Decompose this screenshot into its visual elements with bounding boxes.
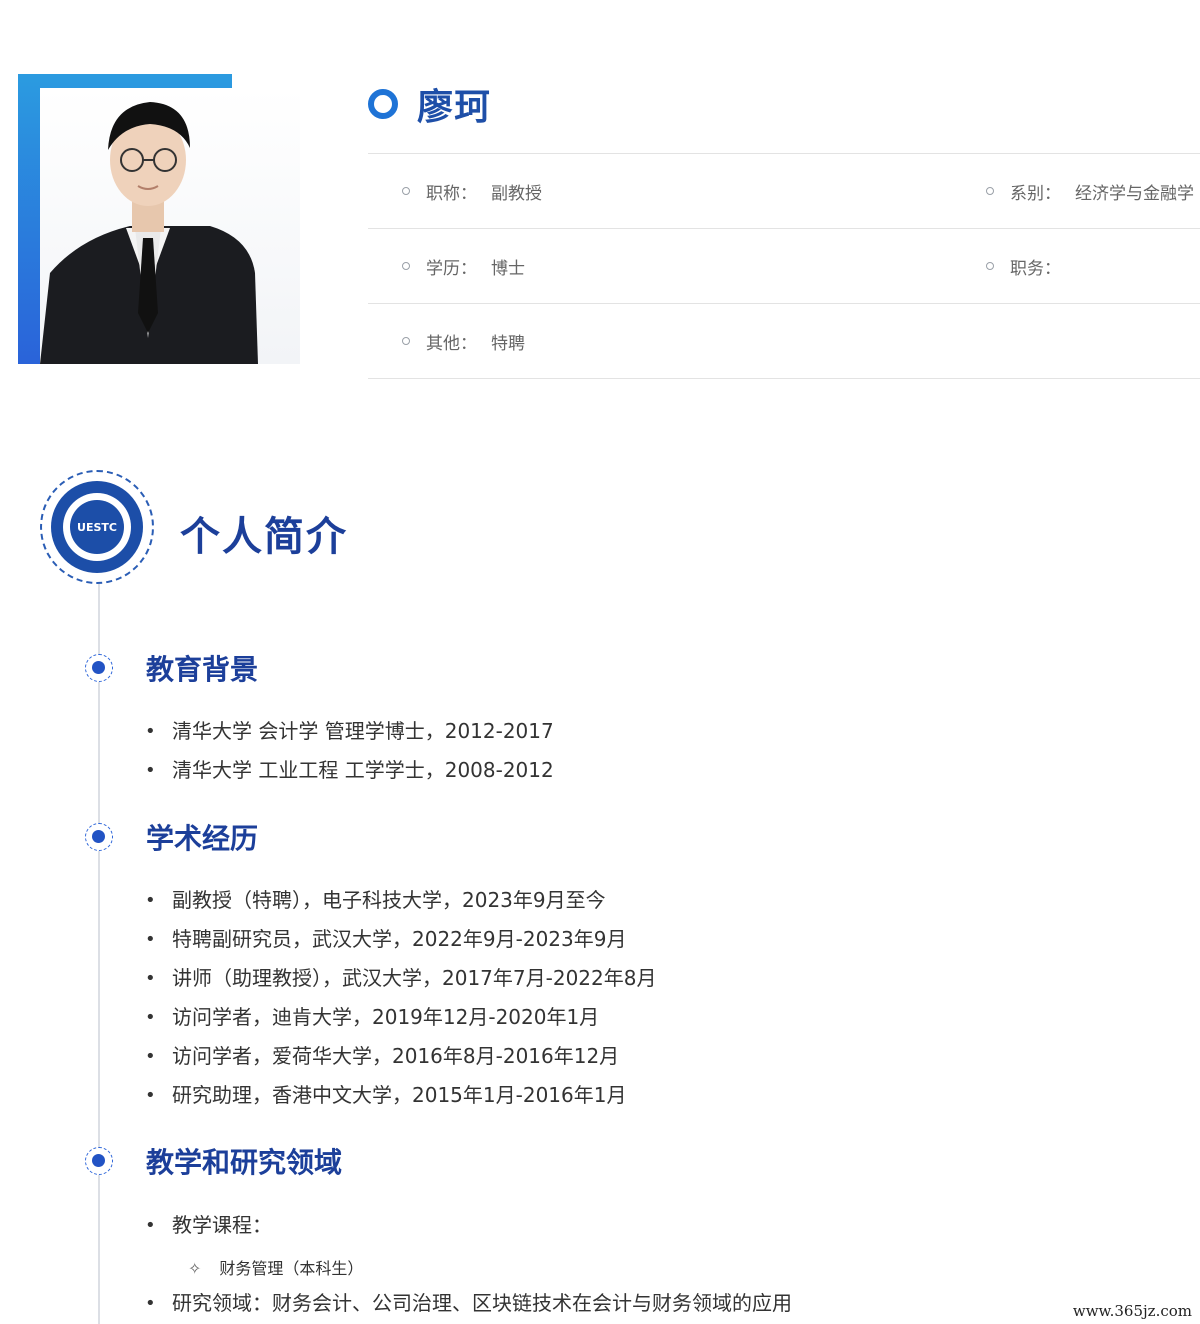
info-value: 博士 — [491, 258, 525, 279]
info-department: 系别： 经济学与金融学 — [986, 154, 1194, 228]
info-row: 职称： 副教授 系别： 经济学与金融学 — [368, 153, 1200, 228]
list-item: 清华大学 工业工程 工学学士，2008-2012 — [145, 751, 554, 790]
info-row: 学历： 博士 职务： — [368, 228, 1200, 303]
name-bullet-icon — [368, 89, 398, 119]
list-item: 访问学者，迪肯大学，2019年12月-2020年1月 — [145, 998, 656, 1037]
section-marker-icon — [85, 1147, 113, 1175]
info-label: 其他： — [426, 333, 477, 354]
intro-title: 个人简介 — [180, 514, 348, 560]
bullet-circle-icon — [402, 262, 410, 270]
bullet-circle-icon — [986, 187, 994, 195]
profile-photo — [40, 88, 300, 364]
info-row: 其他： 特聘 — [368, 303, 1200, 379]
education-title: 教育背景 — [146, 653, 259, 686]
info-position: 职务： — [986, 229, 1075, 303]
teaching-list: 教学课程： — [145, 1206, 272, 1245]
list-item: 清华大学 会计学 管理学博士，2012-2017 — [145, 712, 554, 751]
teaching-title: 教学和研究领域 — [146, 1146, 343, 1179]
bullet-circle-icon — [402, 337, 410, 345]
list-item: 讲师（助理教授），武汉大学，2017年7月-2022年8月 — [145, 959, 656, 998]
section-marker-icon — [85, 654, 113, 682]
info-label: 系别： — [1010, 183, 1061, 204]
profile-name: 廖珂 — [417, 87, 492, 128]
timeline-line — [98, 584, 100, 1324]
academic-list: 副教授（特聘），电子科技大学，2023年9月至今 特聘副研究员，武汉大学，202… — [145, 881, 656, 1115]
list-item: 特聘副研究员，武汉大学，2022年9月-2023年9月 — [145, 920, 656, 959]
info-title: 职称： 副教授 — [402, 154, 542, 228]
watermark: www.365jz.com — [1072, 1302, 1192, 1320]
info-label: 职务： — [1010, 258, 1061, 279]
bullet-circle-icon — [402, 187, 410, 195]
info-degree: 学历： 博士 — [402, 229, 525, 303]
university-logo-core: UESTC — [70, 500, 124, 554]
list-item: 研究助理，香港中文大学，2015年1月-2016年1月 — [145, 1076, 656, 1115]
list-item: 教学课程： — [145, 1206, 272, 1245]
list-item: 副教授（特聘），电子科技大学，2023年9月至今 — [145, 881, 656, 920]
info-value: 经济学与金融学 — [1075, 183, 1194, 204]
bullet-circle-icon — [986, 262, 994, 270]
profile-info-table: 职称： 副教授 系别： 经济学与金融学 学历： 博士 职务： 其他： 特聘 — [368, 153, 1200, 379]
info-other: 其他： 特聘 — [402, 304, 525, 378]
info-value: 特聘 — [491, 333, 525, 354]
academic-title: 学术经历 — [146, 822, 259, 855]
list-item: 访问学者，爱荷华大学，2016年8月-2016年12月 — [145, 1037, 656, 1076]
list-item: 研究领域：财务会计、公司治理、区块链技术在会计与财务领域的应用 — [145, 1284, 792, 1323]
course-label: 财务管理（本科生） — [219, 1259, 364, 1278]
education-list: 清华大学 会计学 管理学博士，2012-2017 清华大学 工业工程 工学学士，… — [145, 712, 554, 790]
section-marker-icon — [85, 823, 113, 851]
research-list: 研究领域：财务会计、公司治理、区块链技术在会计与财务领域的应用 — [145, 1284, 792, 1323]
info-label: 职称： — [426, 183, 477, 204]
info-value: 副教授 — [491, 183, 542, 204]
info-label: 学历： — [426, 258, 477, 279]
diamond-bullet-icon: ✧ — [188, 1259, 202, 1278]
course-item: ✧ 财务管理（本科生） — [188, 1255, 363, 1279]
